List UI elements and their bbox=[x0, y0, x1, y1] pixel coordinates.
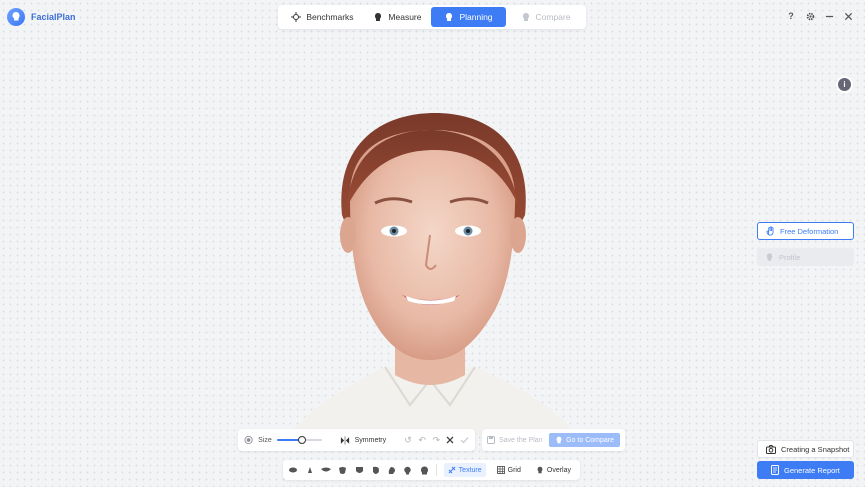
info-icon[interactable]: i bbox=[838, 78, 851, 91]
overlay-toggle[interactable]: Overlay bbox=[532, 463, 575, 477]
face-3d-model[interactable] bbox=[270, 105, 590, 435]
plan-toolbar: Save the Plan Go to Compare bbox=[482, 429, 625, 451]
app-logo: FacialPlan bbox=[7, 8, 76, 26]
tab-label: Benchmarks bbox=[306, 12, 354, 22]
tab-compare[interactable]: Compare bbox=[508, 7, 583, 27]
overlay-label: Overlay bbox=[546, 466, 571, 474]
cancel-icon[interactable] bbox=[446, 435, 455, 445]
size-label: Size bbox=[258, 436, 272, 444]
nose-region-icon[interactable] bbox=[305, 465, 314, 475]
lips-region-icon[interactable] bbox=[321, 465, 332, 475]
texture-icon bbox=[448, 466, 456, 474]
tab-label: Planning bbox=[459, 12, 493, 22]
grid-toggle[interactable]: Grid bbox=[493, 463, 525, 477]
settings-icon[interactable] bbox=[805, 11, 815, 21]
minimize-icon[interactable] bbox=[824, 11, 834, 21]
camera-icon bbox=[766, 444, 776, 454]
tab-planning[interactable]: Planning bbox=[431, 7, 506, 27]
generate-report-button[interactable]: Generate Report bbox=[757, 461, 854, 479]
measure-icon bbox=[375, 13, 382, 21]
size-slider[interactable] bbox=[276, 435, 323, 445]
face-region-icon[interactable] bbox=[420, 465, 429, 475]
snapshot-button[interactable]: Creating a Snapshot bbox=[757, 440, 854, 458]
region-view-toolbar: Texture Grid Overlay bbox=[283, 460, 580, 480]
save-plan-button[interactable]: Save the Plan bbox=[487, 436, 543, 444]
confirm-icon[interactable] bbox=[460, 435, 469, 445]
app-name: FacialPlan bbox=[31, 12, 76, 22]
symmetry-label[interactable]: Symmetry bbox=[355, 437, 387, 444]
save-icon bbox=[487, 436, 495, 444]
logo-icon bbox=[7, 8, 25, 26]
divider bbox=[435, 464, 437, 476]
head-region-icon[interactable] bbox=[403, 465, 412, 475]
tab-label: Measure bbox=[388, 12, 422, 22]
go-to-compare-button[interactable]: Go to Compare bbox=[549, 433, 620, 447]
chin-region-icon[interactable] bbox=[355, 465, 364, 475]
jaw-region-icon[interactable] bbox=[387, 465, 396, 475]
eye-region-icon[interactable] bbox=[288, 465, 298, 475]
cheek-region-icon[interactable] bbox=[338, 465, 347, 475]
texture-label: Texture bbox=[458, 466, 482, 474]
snapshot-label: Creating a Snapshot bbox=[781, 444, 850, 454]
top-nav: Benchmarks Measure Planning Compare bbox=[278, 5, 586, 29]
overlay-icon bbox=[537, 466, 543, 474]
report-label: Generate Report bbox=[784, 465, 840, 475]
brush-toolbar: Size Symmetry ↺ ↶ ↷ bbox=[238, 429, 475, 451]
texture-toggle[interactable]: Texture bbox=[443, 463, 486, 477]
help-icon[interactable]: ? bbox=[786, 11, 796, 21]
profile-label: Profile bbox=[779, 252, 801, 262]
go-to-compare-label: Go to Compare bbox=[566, 436, 614, 444]
compare-head-icon bbox=[556, 436, 562, 444]
forehead-region-icon[interactable] bbox=[371, 465, 380, 475]
symmetry-icon bbox=[340, 435, 349, 445]
redo-icon[interactable]: ↷ bbox=[432, 435, 441, 445]
tab-measure[interactable]: Measure bbox=[366, 7, 429, 27]
save-plan-label: Save the Plan bbox=[499, 436, 543, 444]
planning-icon bbox=[446, 13, 453, 21]
slider-thumb[interactable] bbox=[297, 436, 306, 444]
grid-icon bbox=[496, 466, 505, 474]
window-controls: ? bbox=[786, 11, 853, 21]
tab-label: Compare bbox=[535, 12, 571, 22]
benchmarks-icon bbox=[291, 12, 302, 22]
undo-icon[interactable]: ↶ bbox=[418, 435, 427, 445]
tab-benchmarks[interactable]: Benchmarks bbox=[281, 7, 364, 27]
profile-icon bbox=[766, 253, 773, 261]
grid-label: Grid bbox=[507, 466, 521, 474]
free-deformation-label: Free Deformation bbox=[780, 226, 839, 236]
compare-icon bbox=[522, 13, 529, 21]
close-icon[interactable] bbox=[843, 11, 853, 21]
brush-size-icon bbox=[244, 435, 253, 445]
report-icon bbox=[771, 465, 779, 475]
free-deformation-button[interactable]: Free Deformation bbox=[757, 222, 854, 240]
hand-icon bbox=[766, 226, 774, 236]
profile-button[interactable]: Profile bbox=[757, 248, 854, 266]
reset-icon[interactable]: ↺ bbox=[403, 435, 412, 445]
